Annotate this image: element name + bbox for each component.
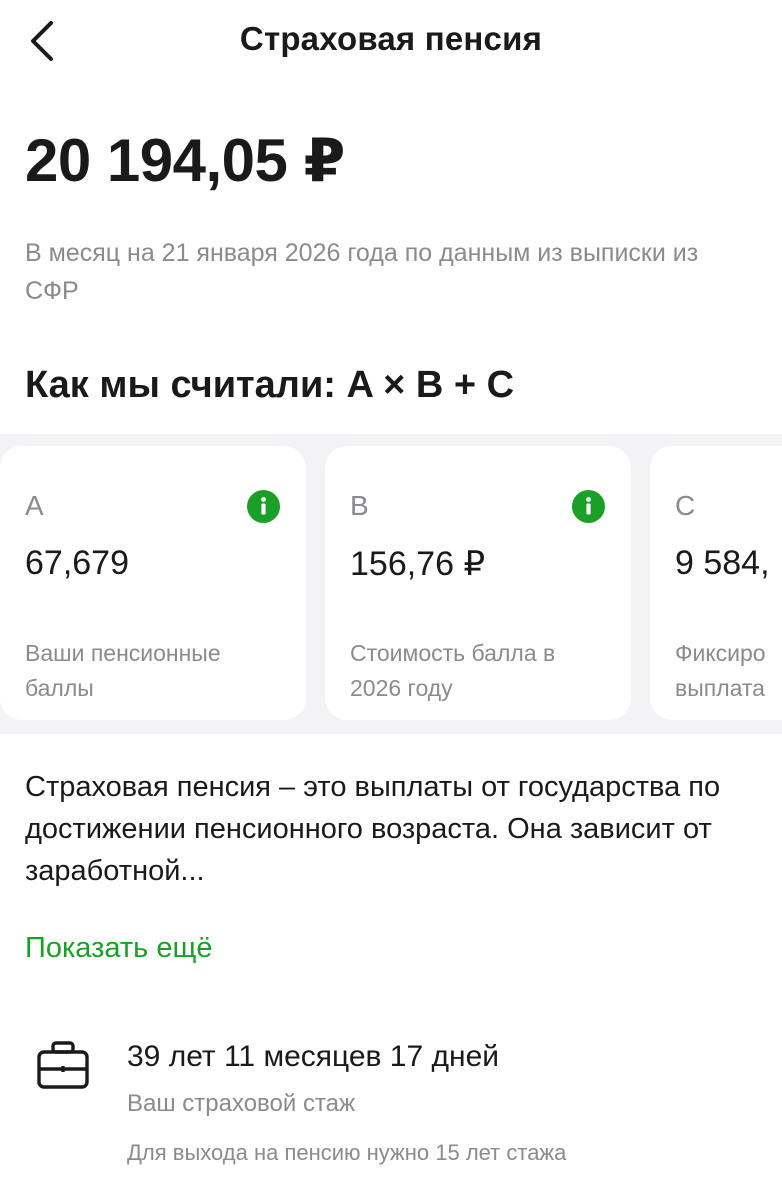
header: Страховая пенсия (0, 0, 782, 84)
card-description-line: 2026 году (350, 675, 453, 701)
card-description: Стоимость балла в 2026 году (350, 636, 610, 706)
card-value: 9 584, (675, 544, 770, 582)
pension-amount: 20 194,05 ₽ (25, 127, 345, 194)
briefcase-icon (37, 1041, 89, 1089)
card-a[interactable]: A 67,679 Ваши пенсионные баллы (0, 446, 306, 720)
card-description: Фиксиро выплата (675, 636, 782, 706)
card-b[interactable]: B 156,76 ₽ Стоимость балла в 2026 году (325, 446, 631, 720)
card-value: 67,679 (25, 544, 129, 582)
card-description-line: Стоимость балла в (350, 640, 556, 666)
formula-title: Как мы считали: A × B + C (25, 364, 515, 406)
card-letter: A (25, 490, 44, 521)
card-c[interactable]: C 9 584, Фиксиро выплата (650, 446, 782, 720)
formula-cards[interactable]: A 67,679 Ваши пенсионные баллы B 156,76 … (0, 434, 782, 734)
info-glyph (261, 497, 266, 515)
pension-description: Страховая пенсия – это выплаты от госуда… (25, 771, 721, 887)
pension-subtitle: В месяц на 21 января 2026 года по данным… (25, 239, 699, 305)
card-description-line: Ваши пенсионные (25, 640, 221, 666)
card-description-line: выплата (675, 675, 765, 701)
card-description-line: баллы (25, 675, 94, 701)
info-icon[interactable] (572, 490, 605, 523)
card-value: 156,76 ₽ (350, 545, 486, 583)
info-glyph (586, 497, 591, 515)
info-icon[interactable] (247, 490, 280, 523)
show-more-link[interactable]: Показать ещё (25, 932, 212, 965)
card-letter: B (350, 490, 369, 521)
insurance-record-note: Для выхода на пенсию нужно 15 лет стажа (127, 1140, 567, 1165)
card-description: Ваши пенсионные баллы (25, 636, 285, 706)
insurance-record-label: Ваш страховой стаж (127, 1090, 356, 1117)
card-letter: C (675, 490, 696, 521)
page-title: Страховая пенсия (239, 20, 543, 57)
card-description-line: Фиксиро (675, 640, 766, 666)
insurance-record-value: 39 лет 11 месяцев 17 дней (127, 1040, 500, 1073)
